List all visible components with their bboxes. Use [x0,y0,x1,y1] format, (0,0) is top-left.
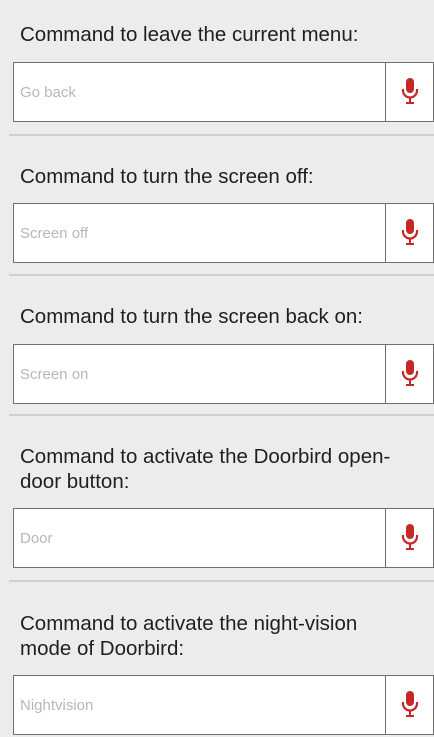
screen-on-command-label: Command to turn the screen back on: [20,305,363,328]
leave-menu-command-section: Command to leave the current menu: [9,10,434,134]
leave-menu-command-field [13,62,434,122]
leave-menu-command-label: Command to leave the current menu: [20,23,359,46]
open-door-command-section: Command to activate the Doorbird open-do… [9,416,434,580]
voice-command-settings: Command to leave the current menu: Comma… [0,0,434,737]
screen-off-command-section: Command to turn the screen off: [9,136,434,274]
night-vision-command-label: Command to activate the night-vision mod… [20,612,358,660]
open-door-command-mic-button[interactable] [385,509,433,567]
microphone-icon [401,360,418,386]
night-vision-command-section: Command to activate the night-vision mod… [9,582,434,737]
open-door-command-label: Command to activate the Doorbird open-do… [20,445,391,493]
screen-off-command-input[interactable] [14,204,385,262]
microphone-icon [401,219,418,245]
screen-on-command-section: Command to turn the screen back on: [9,276,434,414]
microphone-icon [401,78,418,104]
screen-off-command-label: Command to turn the screen off: [20,165,314,188]
open-door-command-input[interactable] [14,509,385,567]
leave-menu-command-input[interactable] [14,63,385,121]
night-vision-command-mic-button[interactable] [385,676,433,734]
night-vision-command-input[interactable] [14,676,385,734]
microphone-icon [401,691,418,717]
screen-off-command-mic-button[interactable] [385,204,433,262]
open-door-command-field [13,508,434,568]
screen-off-command-field [13,203,434,263]
screen-on-command-mic-button[interactable] [385,345,433,403]
screen-on-command-input[interactable] [14,345,385,403]
leave-menu-command-mic-button[interactable] [385,63,433,121]
microphone-icon [401,524,418,550]
night-vision-command-field [13,675,434,735]
screen-on-command-field [13,344,434,404]
